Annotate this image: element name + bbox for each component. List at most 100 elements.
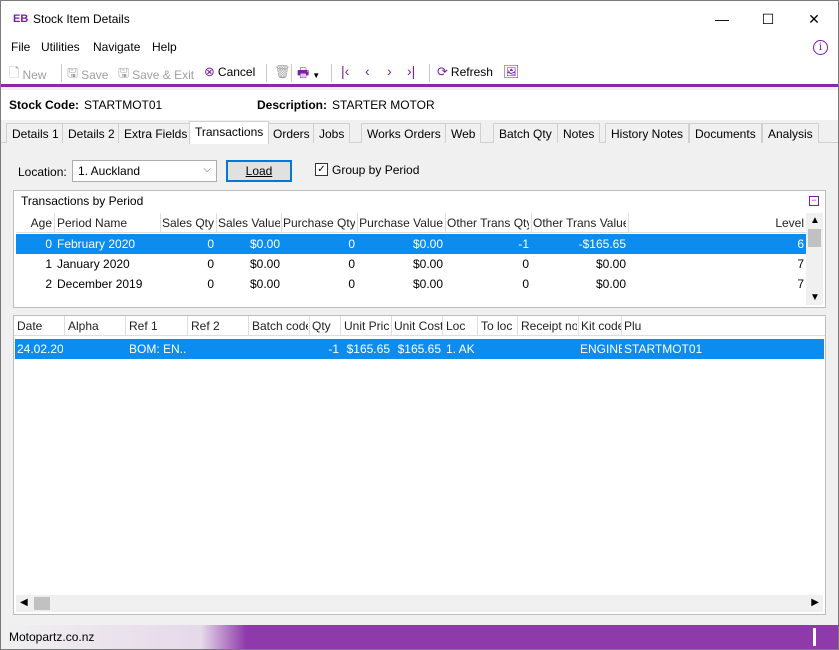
tab-web[interactable]: Web — [445, 123, 482, 143]
tab-notes[interactable]: Notes — [557, 123, 601, 143]
detail-row[interactable]: 24.02.20 BOM: EN... -1 $165.65 $165.65 1… — [15, 339, 824, 359]
column-header[interactable]: Purchase Value — [359, 216, 443, 230]
scroll-left-icon[interactable]: ◀ — [20, 597, 28, 608]
column-header[interactable]: Ref 2 — [191, 319, 247, 333]
column-separator[interactable] — [391, 316, 392, 336]
tab-analysis[interactable]: Analysis — [762, 123, 819, 143]
column-separator[interactable] — [357, 213, 358, 233]
tab-batch-qty[interactable]: Batch Qty — [493, 123, 558, 143]
collapse-icon[interactable]: − — [809, 196, 819, 206]
tab-documents[interactable]: Documents — [689, 123, 762, 143]
cell-other-trans-value: -$165.65 — [578, 237, 626, 251]
close-button[interactable]: ✕ — [791, 1, 837, 37]
tab-jobs[interactable]: Jobs — [313, 123, 351, 143]
image-icon: 🖼 — [503, 64, 520, 79]
column-separator[interactable] — [621, 316, 622, 336]
delete-button[interactable]: 🗑 — [274, 64, 291, 80]
scroll-thumb[interactable] — [34, 597, 50, 610]
cancel-button[interactable]: ⊗ Cancel — [204, 64, 255, 80]
column-separator[interactable] — [160, 213, 161, 233]
image-button[interactable]: 🖼 — [503, 64, 520, 80]
refresh-button[interactable]: ⟳ Refresh — [437, 64, 493, 80]
maximize-button[interactable]: ☐ — [745, 1, 791, 37]
tab-works-orders[interactable]: Works Orders — [361, 123, 447, 143]
column-separator[interactable] — [477, 316, 478, 336]
period-row[interactable]: 0 February 2020 0 $0.00 0 $0.00 -1 -$165… — [16, 234, 806, 254]
refresh-icon: ⟳ — [437, 64, 448, 79]
menu-help[interactable]: Help — [152, 40, 177, 54]
column-separator[interactable] — [248, 316, 249, 336]
group-by-period-checkbox[interactable]: ✓ — [315, 163, 328, 176]
info-icon[interactable]: i — [813, 40, 828, 55]
column-separator[interactable] — [216, 213, 217, 233]
column-separator[interactable] — [187, 316, 188, 336]
next-record-icon[interactable]: › — [387, 63, 392, 79]
column-header[interactable]: Sales Qty — [162, 216, 214, 230]
column-separator[interactable] — [125, 316, 126, 336]
column-header[interactable]: Date — [17, 319, 63, 333]
scroll-down-icon[interactable]: ▼ — [810, 292, 820, 303]
tab-history-notes[interactable]: History Notes — [605, 123, 690, 143]
chevron-down-icon: ⌵ — [203, 164, 211, 175]
tab-transactions[interactable]: Transactions — [189, 121, 270, 144]
tab-details-2[interactable]: Details 2 — [62, 123, 121, 143]
last-record-icon[interactable]: ›| — [407, 63, 415, 79]
column-header[interactable]: Batch code — [252, 319, 308, 333]
status-text: Motopartz.co.nz — [9, 630, 95, 644]
column-separator[interactable] — [54, 213, 55, 233]
column-header[interactable]: Receipt no — [521, 319, 577, 333]
column-header[interactable]: Kit code — [581, 319, 621, 333]
column-header[interactable]: Plu — [624, 319, 814, 333]
column-separator[interactable] — [442, 316, 443, 336]
column-header[interactable]: Age — [16, 216, 52, 230]
scroll-thumb[interactable] — [808, 229, 821, 247]
transaction-detail-grid: Date Alpha Ref 1 Ref 2 Batch code Qty Un… — [14, 316, 825, 596]
column-header[interactable]: To loc — [481, 319, 517, 333]
column-header[interactable]: Other Trans Qty — [447, 216, 529, 230]
toolbar-separator — [266, 64, 267, 82]
cell-purchase-qty: 0 — [348, 257, 355, 271]
column-header[interactable]: Qty — [312, 319, 340, 333]
scroll-up-icon[interactable]: ▲ — [810, 215, 820, 226]
column-header[interactable]: Other Trans Value — [533, 216, 626, 230]
print-button[interactable]: 🖶 ▼ — [297, 64, 320, 86]
column-header[interactable]: Purchase Qty — [283, 216, 355, 230]
column-header[interactable]: Period Name — [57, 216, 157, 230]
period-row[interactable]: 2 December 2019 0 $0.00 0 $0.00 0 $0.00 … — [16, 274, 806, 294]
column-separator[interactable] — [578, 316, 579, 336]
column-separator[interactable] — [445, 213, 446, 233]
previous-record-icon[interactable]: ‹ — [365, 63, 370, 79]
column-separator[interactable] — [281, 213, 282, 233]
column-separator[interactable] — [628, 213, 629, 233]
cell-period-name: February 2020 — [57, 237, 136, 251]
location-select[interactable]: 1. Auckland ⌵ — [72, 160, 217, 182]
menu-navigate[interactable]: Navigate — [93, 40, 140, 54]
column-separator[interactable] — [64, 316, 65, 336]
column-header[interactable]: Alpha — [68, 319, 123, 333]
save-button[interactable]: 🖫 Save — [67, 64, 108, 86]
first-record-icon[interactable]: |‹ — [341, 63, 349, 79]
period-grid-scrollbar[interactable]: ▲ ▼ — [806, 213, 823, 305]
column-header[interactable]: Loc — [446, 319, 476, 333]
tab-details-1[interactable]: Details 1 — [6, 123, 65, 143]
scroll-right-icon[interactable]: ▶ — [811, 597, 819, 608]
detail-grid-horizontal-scrollbar[interactable]: ◀ ▶ — [16, 595, 823, 612]
column-header[interactable]: Unit Cost — [394, 319, 442, 333]
column-header[interactable]: Ref 1 — [129, 319, 185, 333]
column-separator[interactable] — [531, 213, 532, 233]
save-exit-button[interactable]: 🖫 Save & Exit — [118, 64, 194, 86]
column-header[interactable]: Sales Value — [218, 216, 280, 230]
column-header[interactable]: Unit Price — [344, 319, 390, 333]
column-separator[interactable] — [309, 316, 310, 336]
minimize-button[interactable]: — — [699, 1, 745, 37]
load-button[interactable]: Load — [226, 160, 292, 182]
column-header[interactable]: Level — [630, 216, 804, 230]
tab-orders[interactable]: Orders — [267, 123, 316, 143]
tab-extra-fields[interactable]: Extra Fields — [118, 123, 194, 143]
column-separator[interactable] — [517, 316, 518, 336]
new-button[interactable]: 🗋 New — [9, 64, 46, 86]
column-separator[interactable] — [340, 316, 341, 336]
menu-file[interactable]: File — [11, 40, 30, 54]
menu-utilities[interactable]: Utilities — [41, 40, 80, 54]
period-row[interactable]: 1 January 2020 0 $0.00 0 $0.00 0 $0.00 7 — [16, 254, 806, 274]
